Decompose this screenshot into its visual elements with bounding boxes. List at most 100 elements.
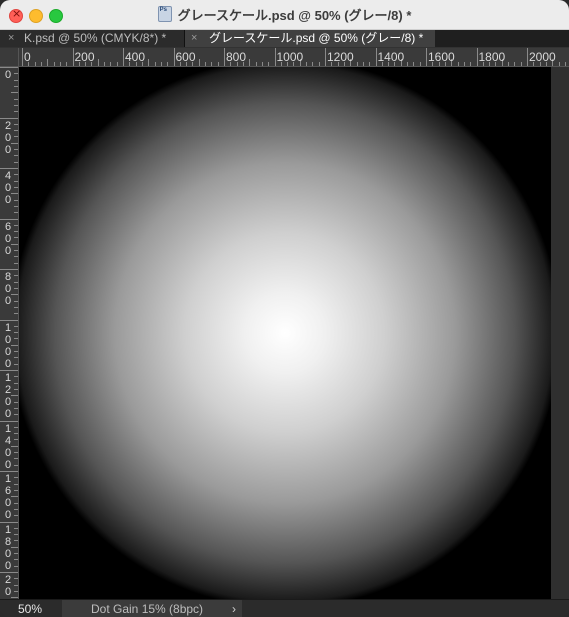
zoom-level[interactable]: 50% (0, 600, 62, 617)
ruler-tick (426, 48, 427, 66)
ruler-tick (34, 62, 36, 66)
ruler-left-label: 1 2 0 0 (4, 372, 12, 420)
ruler-tick (0, 319, 18, 321)
ruler-tick (375, 48, 377, 66)
ruler-tick (14, 73, 18, 75)
ruler-tick (362, 62, 364, 66)
ruler-tick (14, 578, 18, 580)
ruler-tick (47, 59, 49, 66)
ruler-tick (14, 527, 18, 529)
ruler-tick (14, 502, 18, 504)
ruler-tick (198, 59, 200, 66)
ruler-tick (14, 130, 18, 132)
ruler-tick (255, 62, 257, 66)
document-info[interactable]: Dot Gain 15% (8bpc) (62, 600, 242, 617)
ruler-tick (274, 48, 276, 66)
chevron-right-icon[interactable]: › (232, 600, 236, 617)
photoshop-doc-icon (157, 6, 172, 22)
ruler-tick (14, 553, 18, 555)
ruler-top-label: 200 (74, 50, 95, 64)
ruler-tick (14, 382, 18, 384)
ruler-tick (14, 351, 18, 353)
ruler-tick (413, 62, 415, 66)
tab-k-psd[interactable]: × K.psd @ 50% (CMYK/8*) * (0, 30, 185, 47)
ruler-tick (14, 275, 18, 277)
ruler-tick (318, 62, 320, 66)
ruler-tick (0, 521, 18, 523)
ruler-top-label: 1800 (478, 50, 506, 64)
ruler-tick (14, 433, 18, 435)
ruler-tick (14, 155, 18, 157)
ruler-tick (205, 62, 207, 66)
ruler-tick (0, 218, 18, 220)
window-title-group: グレースケール.psd @ 50% (グレー/8) * (0, 5, 569, 24)
ruler-tick (0, 572, 18, 573)
ruler-tick (14, 559, 18, 561)
ruler-tick (470, 62, 472, 66)
ruler-tick (14, 401, 18, 403)
ruler-tick (0, 370, 18, 371)
ruler-tick (154, 62, 156, 66)
ruler-left-label: 1 0 0 0 (4, 321, 12, 370)
ruler-tick (14, 224, 18, 226)
ruler-tick (407, 62, 409, 66)
close-tab-icon[interactable]: × (8, 30, 14, 47)
ruler-top-label: 600 (175, 50, 196, 64)
ruler-tick (14, 357, 18, 359)
ruler-tick (268, 62, 270, 66)
ruler-tick (249, 59, 251, 66)
ruler-tick (14, 483, 18, 485)
ruler-tick (14, 338, 18, 340)
tab-label: K.psd @ 50% (CMYK/8*) * (24, 31, 167, 45)
ruler-tick (72, 48, 74, 66)
vertical-ruler[interactable]: 0 2 0 0 4 0 0 6 0 0 8 0 0 1 0 0 0 1 2 0 0 1 4 0… (0, 67, 19, 599)
ruler-tick (325, 48, 326, 66)
ruler-tick (123, 48, 124, 66)
ruler-tick (148, 59, 150, 66)
document-canvas[interactable] (19, 67, 551, 599)
ruler-tick (160, 62, 162, 66)
ruler-tick (116, 62, 118, 66)
ruler-tick (14, 237, 18, 239)
ruler-tick (110, 62, 112, 66)
status-bar: 50% Dot Gain 15% (8bpc) › (0, 599, 569, 617)
ruler-left-label: 0 (4, 69, 12, 81)
ruler-tick (14, 287, 18, 289)
ruler-tick (0, 67, 18, 68)
ruler-tick (14, 376, 18, 378)
ruler-tick (14, 250, 18, 252)
ruler-tick (14, 231, 18, 233)
ruler-tick (14, 363, 18, 365)
ruler-tick (514, 62, 516, 66)
ruler-left-label: 1 6 0 0 (4, 473, 12, 521)
ruler-tick (14, 565, 18, 567)
ruler-tick (14, 414, 18, 416)
title-bar[interactable]: グレースケール.psd @ 50% (グレー/8) * (0, 0, 569, 30)
horizontal-ruler[interactable]: 0 200 400 600 800 1000 1200 1400 1600 1800 2000 (19, 48, 569, 67)
ruler-tick (14, 508, 18, 510)
ruler-tick (0, 471, 18, 472)
ruler-origin-corner[interactable] (0, 48, 19, 67)
ruler-left-label: 2 0 0 (4, 119, 12, 156)
ruler-tick (14, 590, 18, 592)
close-tab-icon[interactable]: × (191, 30, 197, 47)
ruler-tick (14, 458, 18, 460)
ruler-tick (14, 186, 18, 188)
document-tab-bar: × K.psd @ 50% (CMYK/8*) * × グレースケール.psd … (0, 30, 569, 47)
ruler-tick (14, 313, 18, 315)
ruler-tick (0, 168, 18, 169)
ruler-tick (14, 300, 18, 302)
ruler-tick (14, 388, 18, 390)
ruler-tick (211, 62, 213, 66)
ruler-left-label: 8 0 0 (4, 271, 12, 307)
tab-grayscale-psd[interactable]: × グレースケール.psd @ 50% (グレー/8) * (185, 30, 435, 47)
tab-label: グレースケール.psd @ 50% (グレー/8) * (209, 31, 424, 45)
ruler-tick (14, 256, 18, 258)
ruler-tick (14, 205, 18, 207)
ruler-tick (457, 62, 459, 66)
ruler-tick (14, 426, 18, 428)
photoshop-window: グレースケール.psd @ 50% (グレー/8) * × K.psd @ 50… (0, 0, 569, 617)
ruler-tick (14, 407, 18, 409)
ruler-tick (14, 85, 18, 87)
ruler-tick (312, 62, 314, 66)
